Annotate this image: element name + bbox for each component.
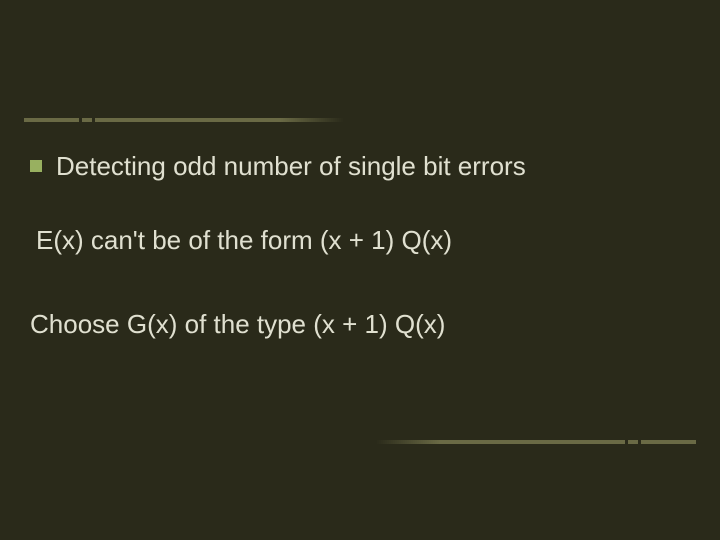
- divider-bottom: [376, 440, 696, 444]
- body-line-2: E(x) can't be of the form (x + 1) Q(x): [36, 224, 690, 258]
- body-line-3: Choose G(x) of the type (x + 1) Q(x): [30, 308, 690, 342]
- bullet-square-icon: [30, 160, 42, 172]
- slide: Detecting odd number of single bit error…: [0, 0, 720, 540]
- divider-top: [24, 118, 344, 122]
- slide-content: Detecting odd number of single bit error…: [30, 150, 690, 341]
- bullet-text: Detecting odd number of single bit error…: [56, 150, 526, 184]
- bullet-item: Detecting odd number of single bit error…: [30, 150, 690, 184]
